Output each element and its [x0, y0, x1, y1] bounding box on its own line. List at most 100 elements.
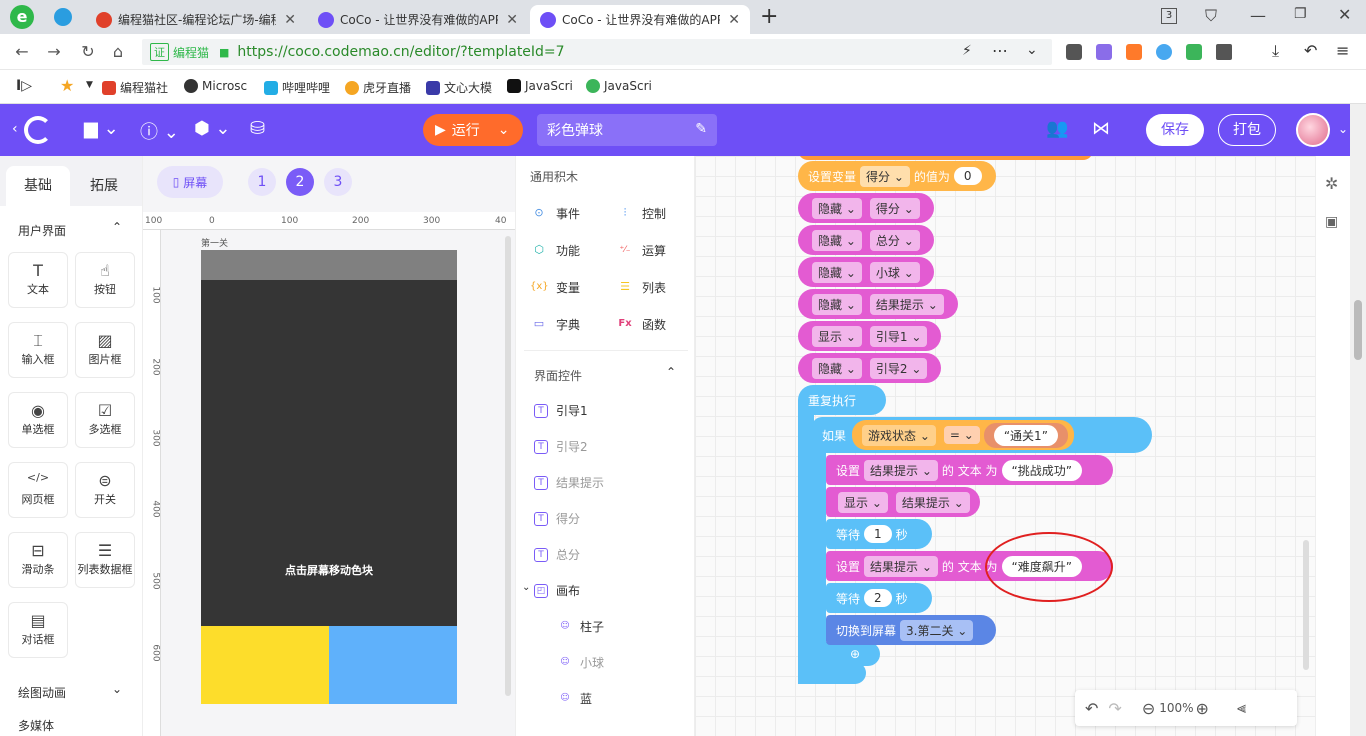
page-scrollbar[interactable]: [1350, 104, 1366, 736]
if-block[interactable]: 如果 游戏状态 ⌄ = ⌄ “通关1”: [812, 417, 1152, 453]
undo-icon[interactable]: ↶: [1085, 699, 1098, 718]
page-scroll-thumb[interactable]: [1354, 300, 1362, 360]
widget-switch[interactable]: ⊜ 开关: [75, 462, 135, 518]
widget-dialog[interactable]: ▤ 对话框: [8, 602, 68, 658]
align-icon[interactable]: ⫷: [1237, 698, 1246, 718]
tab-extension[interactable]: 拓展: [72, 166, 136, 206]
visibility-block[interactable]: 隐藏 ⌄ 得分 ⌄: [798, 193, 934, 223]
coco-logo-icon[interactable]: [24, 116, 52, 144]
category-control[interactable]: ⫶ 控制: [616, 204, 666, 222]
action-dropdown[interactable]: 显示 ⌄: [838, 491, 888, 513]
visibility-block[interactable]: 隐藏 ⌄ 引导2 ⌄: [798, 353, 942, 383]
category-operator[interactable]: ⁺⁄₋ 运算: [616, 241, 666, 259]
save-button[interactable]: 保存: [1146, 114, 1204, 146]
widget-webview[interactable]: </> 网页框: [8, 462, 68, 518]
repeat-block[interactable]: 重复执行: [798, 385, 886, 415]
home-icon[interactable]: ⌂: [108, 42, 128, 61]
browser-logo-icon[interactable]: e: [10, 5, 34, 29]
share-icon[interactable]: ⋈: [1092, 118, 1110, 139]
category-variable[interactable]: {x} 变量: [530, 278, 580, 296]
control-guide2[interactable]: T 引导2: [534, 438, 588, 455]
browser-tab-3[interactable]: CoCo - 让世界没有难做的APP ✕: [530, 5, 750, 34]
run-chevron-icon[interactable]: ⌄: [498, 122, 510, 138]
show-block[interactable]: 显示 ⌄ 结果提示 ⌄: [826, 487, 980, 517]
action-dropdown[interactable]: 隐藏 ⌄: [812, 197, 862, 219]
database-icon[interactable]: ⛁: [250, 118, 265, 139]
bookmark-item[interactable]: 编程猫社: [102, 79, 174, 96]
condition-value-input[interactable]: “通关1”: [993, 424, 1058, 446]
widget-checkbox[interactable]: ☑ 多选框: [75, 392, 135, 448]
target-dropdown[interactable]: 得分 ⌄: [869, 197, 920, 219]
widget-radio[interactable]: ◉ 单选框: [8, 392, 68, 448]
yellow-block[interactable]: [201, 626, 329, 704]
pack-button[interactable]: 打包: [1218, 114, 1276, 146]
back-chevron-icon[interactable]: ‹: [12, 121, 18, 137]
browser-tab-1[interactable]: 编程猫社区-编程论坛广场-编程 ✕: [86, 5, 306, 34]
bookmark-item[interactable]: JavaScri: [586, 79, 654, 93]
category-function[interactable]: ⬡ 功能: [530, 241, 580, 259]
more-icon[interactable]: ⋯: [992, 41, 1008, 60]
control-total[interactable]: T 总分: [534, 546, 580, 563]
set-variable-block[interactable]: 设置变量 得分 ⌄ 的值为 0: [798, 161, 996, 191]
switch-screen-block[interactable]: 切换到屏幕 3.第二关 ⌄: [826, 615, 996, 645]
new-tab-button[interactable]: +: [760, 4, 778, 29]
screen-page-1[interactable]: 1: [248, 168, 276, 196]
grid-icon[interactable]: [1216, 44, 1232, 60]
chevron-down-icon[interactable]: ⌄: [1026, 42, 1038, 58]
collapse-icon[interactable]: ⌃: [666, 365, 676, 379]
value-input[interactable]: 0: [953, 167, 982, 185]
circle-icon[interactable]: [1156, 44, 1172, 60]
menu-icon[interactable]: ≡: [1336, 41, 1349, 60]
back-icon[interactable]: ←: [12, 42, 32, 61]
category-event[interactable]: ⊙ 事件: [530, 204, 580, 222]
target-dropdown[interactable]: 结果提示 ⌄: [895, 491, 970, 513]
category-list[interactable]: ☰ 列表: [616, 278, 666, 296]
widget-image[interactable]: ▨ 图片框: [75, 322, 135, 378]
target-dropdown[interactable]: 结果提示 ⌄: [869, 293, 944, 315]
blue-block[interactable]: [329, 626, 457, 704]
action-dropdown[interactable]: 隐藏 ⌄: [812, 229, 862, 251]
phone-preview[interactable]: 点击屏幕移动色块: [201, 250, 457, 704]
widget-text[interactable]: T 文本: [8, 252, 68, 308]
target-dropdown[interactable]: 结果提示 ⌄: [864, 555, 938, 577]
widget-slider[interactable]: ⊟ 滑动条: [8, 532, 68, 588]
wait-block[interactable]: 等待 1 秒: [826, 519, 932, 549]
bookmark-menu-chevron-icon[interactable]: ▼: [86, 80, 93, 90]
widget-listview[interactable]: ☰ 列表数据框: [75, 532, 135, 588]
variable-dropdown[interactable]: 得分 ⌄: [860, 165, 910, 187]
expand-icon[interactable]: ⌄: [112, 682, 122, 696]
set-text-block[interactable]: 设置 结果提示 ⌄ 的 文本 为 “挑战成功”: [826, 455, 1113, 485]
reader-icon[interactable]: [1066, 44, 1082, 60]
redo-icon[interactable]: ↷: [1108, 699, 1121, 718]
controls-title[interactable]: 界面控件: [534, 367, 582, 384]
project-name-field[interactable]: 彩色弹球 ✎: [537, 114, 717, 146]
text-value-input[interactable]: “挑战成功”: [1001, 459, 1082, 481]
bookmark-item[interactable]: JavaScri: [507, 79, 575, 93]
bookmark-item[interactable]: 文心大模: [426, 79, 494, 96]
url-field[interactable]: 证 编程猫 ■ https://coco.codemao.cn/editor/?…: [142, 39, 1052, 65]
section-draw-title[interactable]: 绘图动画: [18, 684, 66, 701]
folder-icon[interactable]: ▆ ⌄: [84, 118, 119, 139]
forward-icon[interactable]: →: [44, 42, 64, 61]
close-icon[interactable]: ✕: [506, 12, 518, 28]
wait-seconds-input[interactable]: 1: [864, 525, 892, 543]
visibility-block[interactable]: 隐藏 ⌄ 小球 ⌄: [798, 257, 934, 287]
zoom-out-icon[interactable]: ⊖: [1142, 699, 1155, 718]
download-icon[interactable]: ⤓: [1272, 41, 1279, 61]
bookmark-item[interactable]: Microsc: [184, 79, 250, 93]
target-dropdown[interactable]: 结果提示 ⌄: [864, 459, 938, 481]
telegram-icon[interactable]: [54, 8, 72, 26]
flash-icon[interactable]: ⚡: [962, 43, 972, 59]
visibility-block[interactable]: 显示 ⌄ 引导1 ⌄: [798, 321, 942, 351]
target-dropdown[interactable]: 引导2 ⌄: [869, 357, 928, 379]
close-icon[interactable]: ✕: [284, 12, 296, 28]
game-icon[interactable]: [1126, 44, 1142, 60]
operator-dropdown[interactable]: = ⌄: [943, 426, 980, 444]
minimize-icon[interactable]: —: [1250, 6, 1266, 25]
category-dictionary[interactable]: ▭ 字典: [530, 315, 580, 333]
control-score[interactable]: T 得分: [534, 510, 580, 527]
block-workspace[interactable]: 设置变量 得分 ⌄ 的值为 0 隐藏 ⌄ 得分 ⌄ 隐藏 ⌄ 总分 ⌄ 隐藏 ⌄ 小球…: [695, 156, 1315, 736]
section-media-title[interactable]: 多媒体: [18, 717, 54, 734]
action-dropdown[interactable]: 隐藏 ⌄: [812, 357, 862, 379]
reload-icon[interactable]: ↻: [78, 42, 98, 61]
